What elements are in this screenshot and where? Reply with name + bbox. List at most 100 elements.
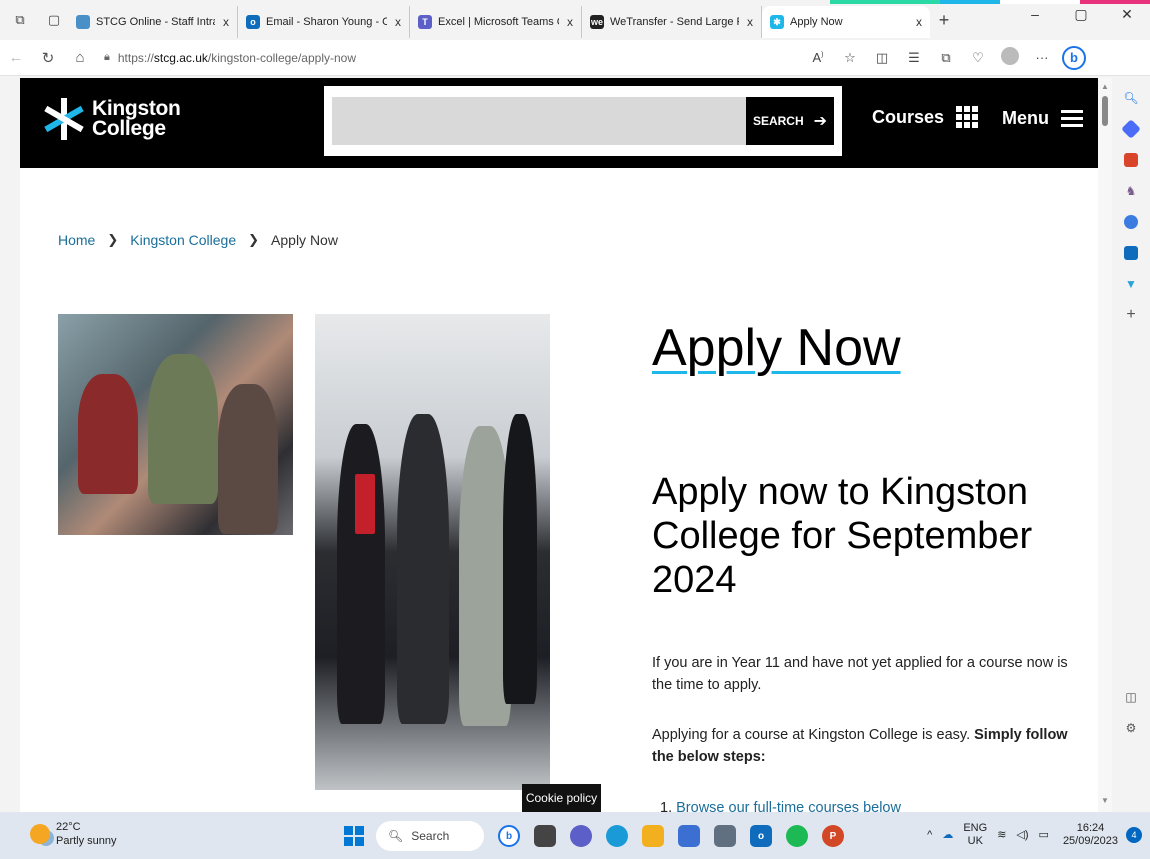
task-view-icon[interactable] [534, 825, 556, 847]
settings-icon[interactable]: ⚙ [1120, 717, 1142, 739]
teams-chat-icon[interactable] [570, 825, 592, 847]
read-aloud-icon[interactable]: A) [802, 50, 834, 65]
browse-courses-link[interactable]: Browse our full-time courses below [676, 800, 901, 812]
students-walking-photo [315, 314, 550, 790]
cookie-policy-button[interactable]: Cookie policy [522, 784, 601, 812]
window-controls: – ▢ ✕ [1012, 6, 1150, 23]
notification-badge[interactable]: 4 [1126, 827, 1142, 843]
shopping-icon[interactable] [1120, 118, 1142, 140]
workspaces-icon[interactable]: ⧉ [6, 6, 34, 34]
close-tab-icon[interactable]: x [916, 15, 922, 29]
profile-icon[interactable] [994, 47, 1026, 68]
more-icon[interactable]: ··· [1026, 50, 1058, 65]
kingston-logo[interactable]: Kingston College [42, 98, 181, 140]
breadcrumb-current: Apply Now [271, 232, 338, 248]
weather-widget[interactable]: 22°C Partly sunny [30, 820, 117, 848]
favorite-icon[interactable]: ☆ [834, 50, 866, 66]
page-title: Apply Now [652, 319, 901, 377]
url-prefix: https:// [117, 50, 154, 65]
edge-icon[interactable] [606, 825, 628, 847]
site-search-button[interactable]: SEARCH ➔ [746, 97, 834, 145]
microsoft-365-icon[interactable] [1120, 211, 1142, 233]
home-icon[interactable]: ⌂ [64, 49, 96, 66]
outlook-icon[interactable] [1120, 242, 1142, 264]
url-domain: stcg.ac.uk [153, 50, 208, 65]
file-explorer-icon[interactable] [642, 825, 664, 847]
arrow-right-icon: ➔ [813, 113, 828, 130]
spotify-icon[interactable] [786, 825, 808, 847]
logo-line-1: Kingston [92, 97, 181, 120]
tools-icon[interactable] [1120, 149, 1142, 171]
weather-temp: 22°C [56, 821, 81, 833]
tab-teams[interactable]: T Excel | Microsoft Teams Classic x [410, 6, 582, 38]
chevron-right-icon: ❯ [248, 232, 260, 247]
language-code: ENG [963, 822, 988, 834]
search-icon[interactable]: 🔍︎ [1120, 87, 1142, 109]
page-scrollbar[interactable]: ▲ ▼ [1098, 78, 1112, 812]
close-window-icon[interactable]: ✕ [1104, 6, 1150, 23]
games-icon[interactable]: ♞ [1120, 180, 1142, 202]
new-tab-button[interactable]: + [930, 10, 958, 31]
restore-icon[interactable]: ▢ [1058, 6, 1104, 23]
breadcrumb-home[interactable]: Home [58, 232, 95, 248]
tab-stcg-online[interactable]: STCG Online - Staff Intranet V2.0 x [68, 6, 238, 38]
wifi-icon[interactable]: ≋ [997, 829, 1006, 842]
browser-toolbar: A) ☆ ◫ ☰ ⧉ ♡ ··· b [802, 45, 1086, 70]
lock-icon: 🔒︎ [104, 51, 110, 63]
taskbar-apps: 🔍︎ Search b o P [344, 821, 844, 851]
outlook-favicon-icon: o [246, 15, 260, 29]
scroll-thumb[interactable] [1102, 96, 1108, 126]
tab-strip: ⧉ ▢ STCG Online - Staff Intranet V2.0 x … [0, 0, 1150, 40]
powerpoint-icon[interactable]: P [822, 825, 844, 847]
hamburger-icon [1061, 106, 1083, 131]
site-search-input[interactable] [332, 97, 746, 145]
steps-paragraph: Applying for a course at Kingston Colleg… [652, 724, 1072, 768]
outlook-taskbar-icon[interactable]: o [750, 825, 772, 847]
close-tab-icon[interactable]: x [747, 15, 753, 29]
courses-button[interactable]: Courses [872, 106, 979, 128]
clock-time: 16:24 [1076, 822, 1105, 834]
add-icon[interactable]: + [1120, 304, 1142, 326]
language-indicator[interactable]: ENG UK [963, 822, 987, 848]
close-tab-icon[interactable]: x [567, 15, 573, 29]
drop-icon[interactable]: ▼ [1120, 273, 1142, 295]
url-field[interactable]: 🔒︎ https://stcg.ac.uk/kingston-college/a… [104, 51, 794, 65]
tab-wetransfer[interactable]: we WeTransfer - Send Large Files & x [582, 6, 762, 38]
weather-desc: Partly sunny [56, 835, 117, 847]
split-screen-icon[interactable]: ◫ [866, 50, 898, 66]
tab-title: STCG Online - Staff Intranet V2.0 [96, 16, 215, 28]
clock-date: 25/09/2023 [1062, 835, 1118, 847]
bing-taskbar-icon[interactable]: b [498, 825, 520, 847]
browser-essentials-icon[interactable]: ♡ [962, 50, 994, 66]
minimize-icon[interactable]: – [1012, 6, 1058, 23]
battery-icon[interactable]: ▭ [1039, 829, 1049, 842]
scroll-up-icon[interactable]: ▲ [1101, 82, 1109, 91]
volume-icon[interactable]: ◁) [1016, 829, 1028, 842]
close-tab-icon[interactable]: x [223, 15, 229, 29]
refresh-icon[interactable]: ↻ [32, 49, 64, 67]
chevron-up-icon[interactable]: ^ [927, 829, 932, 842]
bing-icon[interactable]: b [1062, 45, 1086, 70]
clock[interactable]: 16:24 25/09/2023 [1063, 822, 1118, 848]
menu-button[interactable]: Menu [1002, 106, 1083, 131]
breadcrumb-kingston-college[interactable]: Kingston College [130, 232, 236, 248]
scroll-down-icon[interactable]: ▼ [1101, 796, 1109, 805]
language-region: UK [967, 835, 983, 847]
onedrive-icon[interactable]: ☁ [942, 829, 953, 842]
windows-start-icon[interactable] [344, 826, 364, 846]
security-icon[interactable] [714, 825, 736, 847]
browser-window: ⧉ ▢ STCG Online - Staff Intranet V2.0 x … [0, 0, 1150, 859]
tab-outlook[interactable]: o Email - Sharon Young - Outlook x [238, 6, 410, 38]
accent-stripes [830, 0, 1150, 4]
tab-actions-icon[interactable]: ▢ [40, 6, 68, 34]
back-icon[interactable]: ← [0, 49, 32, 66]
tab-apply-now[interactable]: ✱ Apply Now x [762, 6, 930, 38]
sidebar-toggle-icon[interactable]: ◫ [1120, 686, 1142, 708]
store-icon[interactable] [678, 825, 700, 847]
taskbar-search[interactable]: 🔍︎ Search [376, 821, 484, 851]
favorites-icon[interactable]: ☰ [898, 50, 930, 66]
close-tab-icon[interactable]: x [395, 15, 401, 29]
list-item: 1. Browse our full-time courses below [660, 800, 901, 812]
collections-icon[interactable]: ⧉ [930, 50, 962, 66]
tab-title: WeTransfer - Send Large Files & [610, 16, 739, 28]
